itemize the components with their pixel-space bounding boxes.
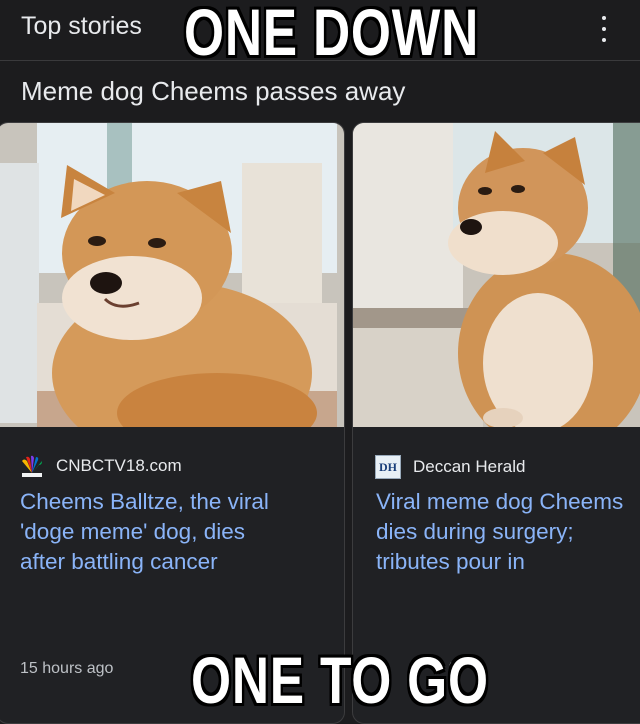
deccan-herald-logo: DH: [375, 455, 401, 479]
dog-photo: [353, 123, 640, 427]
source-name: CNBCTV18.com: [56, 456, 182, 475]
source-name: Deccan Herald: [413, 457, 526, 476]
news-card-deccan-herald[interactable]: DH Deccan Herald Viral meme dog Cheems d…: [352, 122, 640, 724]
dog-photo: [0, 123, 344, 427]
story-title-link[interactable]: Cheems Balltze, the viral 'doge meme' do…: [20, 487, 269, 577]
source-row: DH Deccan Herald: [375, 455, 525, 479]
headline[interactable]: Meme dog Cheems passes away: [21, 76, 405, 107]
meme-caption-top: ONE DOWN: [184, 0, 480, 69]
meme-caption-bottom: ONE TO GO: [191, 643, 489, 717]
source-row: CNBCTV18.com: [20, 455, 182, 477]
section-title: Top stories: [21, 12, 142, 40]
news-card-cnbc[interactable]: CNBCTV18.com Cheems Balltze, the viral '…: [0, 122, 345, 724]
more-vert-icon[interactable]: [598, 16, 610, 42]
story-title-link[interactable]: Viral meme dog Cheems dies during surger…: [376, 487, 623, 577]
cnbc-peacock-logo: [20, 455, 44, 477]
timestamp: 15 hours ago: [20, 660, 114, 677]
